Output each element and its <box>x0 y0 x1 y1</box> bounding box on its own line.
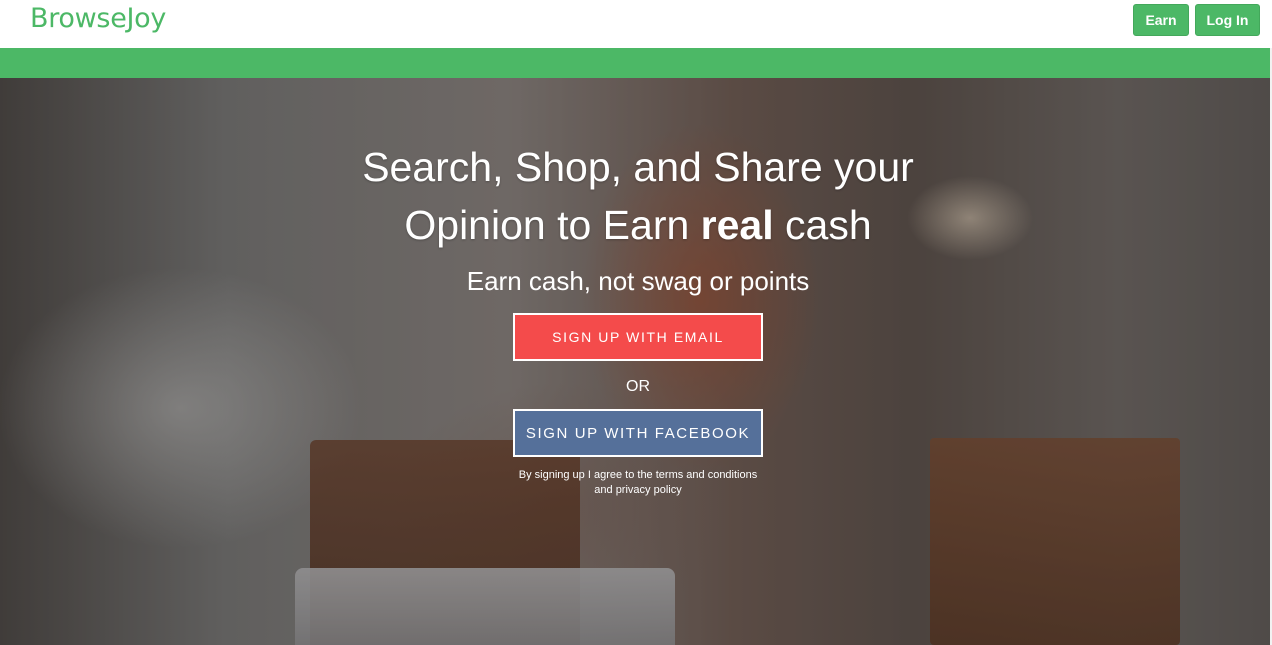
terms-middle: and <box>594 484 616 496</box>
terms-prefix: By signing up I agree to the <box>518 469 656 481</box>
login-button[interactable]: Log In <box>1195 4 1260 36</box>
hero-section: Search, Shop, and Share your Opinion to … <box>0 78 1270 645</box>
green-banner-strip <box>0 48 1270 78</box>
headline-line-2: Opinion to Earn real cash <box>0 196 1270 254</box>
hero-headline: Search, Shop, and Share your Opinion to … <box>0 138 1270 254</box>
brand-logo[interactable]: BrowseJoy <box>30 3 166 34</box>
headline-emphasis: real <box>700 202 774 248</box>
top-navbar: BrowseJoy Earn Log In <box>0 0 1272 48</box>
sign-up-facebook-button[interactable]: SIGN UP WITH FACEBOOK <box>513 409 763 457</box>
hero-subheading: Earn cash, not swag or points <box>466 266 810 296</box>
or-divider-text: OR <box>626 378 650 395</box>
sign-up-email-button[interactable]: SIGN UP WITH EMAIL <box>513 313 763 361</box>
headline-line-2-start: Opinion to Earn <box>404 202 701 248</box>
headline-line-2-end: cash <box>773 202 872 248</box>
terms-notice: By signing up I agree to the terms and c… <box>513 468 763 498</box>
earn-button[interactable]: Earn <box>1133 4 1189 36</box>
privacy-policy-link[interactable]: privacy policy <box>616 484 682 496</box>
terms-link[interactable]: terms and conditions <box>656 469 758 481</box>
hero-content: Search, Shop, and Share your Opinion to … <box>0 78 1270 645</box>
headline-line-1: Search, Shop, and Share your <box>362 144 914 190</box>
